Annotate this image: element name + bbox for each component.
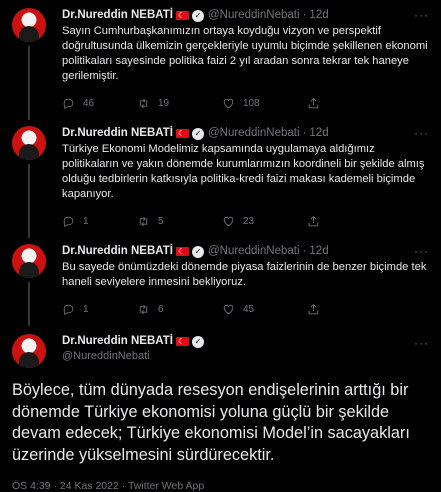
reply-count: 46 [83, 97, 95, 109]
avatar-column [12, 126, 52, 238]
timestamp[interactable]: 12d [309, 8, 328, 23]
more-icon[interactable]: ··· [414, 126, 429, 140]
turkey-flag-icon [175, 244, 189, 259]
share-button[interactable] [307, 215, 320, 228]
verified-icon: ✓ [191, 335, 204, 348]
verified-icon: ✓ [191, 245, 204, 258]
turkey-flag-icon [175, 126, 189, 141]
reply-button[interactable]: 1 [62, 215, 137, 228]
thread-line [28, 46, 30, 120]
timestamp[interactable]: 12d [309, 244, 328, 259]
turkey-flag-icon [175, 334, 189, 349]
tweet-text: Bu sayede önümüzdeki dönemde piyasa faiz… [62, 261, 427, 288]
share-button[interactable] [307, 303, 320, 316]
author-name[interactable]: Dr.Nureddin NEBATİ [62, 334, 173, 349]
reply-icon [63, 216, 74, 227]
tweet-3[interactable]: Dr.Nureddin NEBATİ ✓ @NureddinNebati · 1… [0, 230, 441, 326]
tweet-actions: 46 19 108 [62, 94, 429, 112]
tweet-actions: 1 6 45 [62, 300, 429, 318]
verified-icon: ✓ [191, 9, 204, 22]
author-handle[interactable]: @NureddinNebati [208, 8, 300, 23]
like-count: 23 [243, 215, 255, 227]
author-name[interactable]: Dr.Nureddin NEBATİ [62, 8, 173, 23]
like-button[interactable]: 108 [222, 97, 307, 110]
avatar[interactable] [12, 126, 46, 160]
retweet-icon [139, 304, 148, 314]
retweet-count: 19 [158, 97, 170, 109]
avatar[interactable] [12, 334, 46, 368]
retweet-button[interactable]: 5 [137, 215, 222, 228]
tweet-header: Dr.Nureddin NEBATİ ✓ @NureddinNebati · 1… [62, 8, 429, 23]
reply-button[interactable]: 1 [62, 303, 137, 316]
heart-icon [223, 216, 234, 226]
tweet-meta[interactable]: ÖS 4:39 · 24 Kas 2022 · Twitter Web App [0, 480, 441, 492]
turkey-flag-icon [175, 8, 189, 23]
more-icon[interactable]: ··· [414, 8, 429, 22]
author-handle[interactable]: @NureddinNebati [208, 244, 300, 259]
author-handle[interactable]: @NureddinNebati [208, 126, 300, 141]
tweet-text: Türkiye Ekonomi Modelimiz kapsamında uyg… [62, 143, 425, 200]
more-icon[interactable]: ··· [414, 336, 429, 350]
thread-line [28, 164, 30, 238]
like-button[interactable]: 23 [222, 215, 307, 228]
separator-dot: · [302, 9, 307, 21]
retweet-icon [139, 216, 148, 226]
tweet-header: Dr.Nureddin NEBATİ ✓ @NureddinNebati · 1… [62, 126, 429, 141]
tweet-actions: 1 5 23 [62, 212, 429, 230]
like-count: 45 [243, 303, 255, 315]
main-tweet-text: Böylece, tüm dünyada resesyon endişeleri… [12, 381, 410, 464]
main-tweet: Dr.Nureddin NEBATİ ✓ @NureddinNebati ··· [0, 318, 441, 368]
retweet-button[interactable]: 19 [137, 97, 222, 110]
avatar[interactable] [12, 8, 46, 42]
share-icon [308, 97, 319, 108]
like-count: 108 [243, 97, 260, 109]
timestamp[interactable]: 12d [309, 126, 328, 141]
avatar-column [12, 8, 52, 120]
reply-count: 1 [83, 303, 89, 315]
share-button[interactable] [307, 97, 320, 110]
separator-dot: · [302, 127, 307, 139]
retweet-count: 6 [158, 303, 164, 315]
heart-icon [223, 304, 234, 314]
separator-dot: · [302, 245, 307, 257]
avatar-column [12, 334, 52, 368]
retweet-icon [139, 98, 148, 108]
reply-icon [63, 304, 74, 315]
retweet-button[interactable]: 6 [137, 303, 222, 316]
avatar[interactable] [12, 244, 46, 278]
reply-button[interactable]: 46 [62, 97, 137, 110]
main-author-row: Dr.Nureddin NEBATİ ✓ [62, 334, 429, 349]
reply-count: 1 [83, 215, 89, 227]
share-icon [308, 215, 319, 226]
author-handle[interactable]: @NureddinNebati [62, 349, 429, 363]
tweet-2[interactable]: Dr.Nureddin NEBATİ ✓ @NureddinNebati · 1… [0, 112, 441, 238]
verified-icon: ✓ [191, 127, 204, 140]
avatar-column [12, 244, 52, 326]
retweet-count: 5 [158, 215, 164, 227]
tweet-1[interactable]: Dr.Nureddin NEBATİ ✓ @NureddinNebati · 1… [0, 0, 441, 120]
reply-icon [63, 98, 74, 109]
more-icon[interactable]: ··· [414, 244, 429, 258]
tweet-text: Sayın Cumhurbaşkanımızın ortaya koyduğu … [62, 25, 428, 82]
share-icon [308, 303, 319, 314]
author-name[interactable]: Dr.Nureddin NEBATİ [62, 244, 173, 259]
author-name[interactable]: Dr.Nureddin NEBATİ [62, 126, 173, 141]
heart-icon [223, 98, 234, 108]
like-button[interactable]: 45 [222, 303, 307, 316]
tweet-header: Dr.Nureddin NEBATİ ✓ @NureddinNebati · 1… [62, 244, 429, 259]
